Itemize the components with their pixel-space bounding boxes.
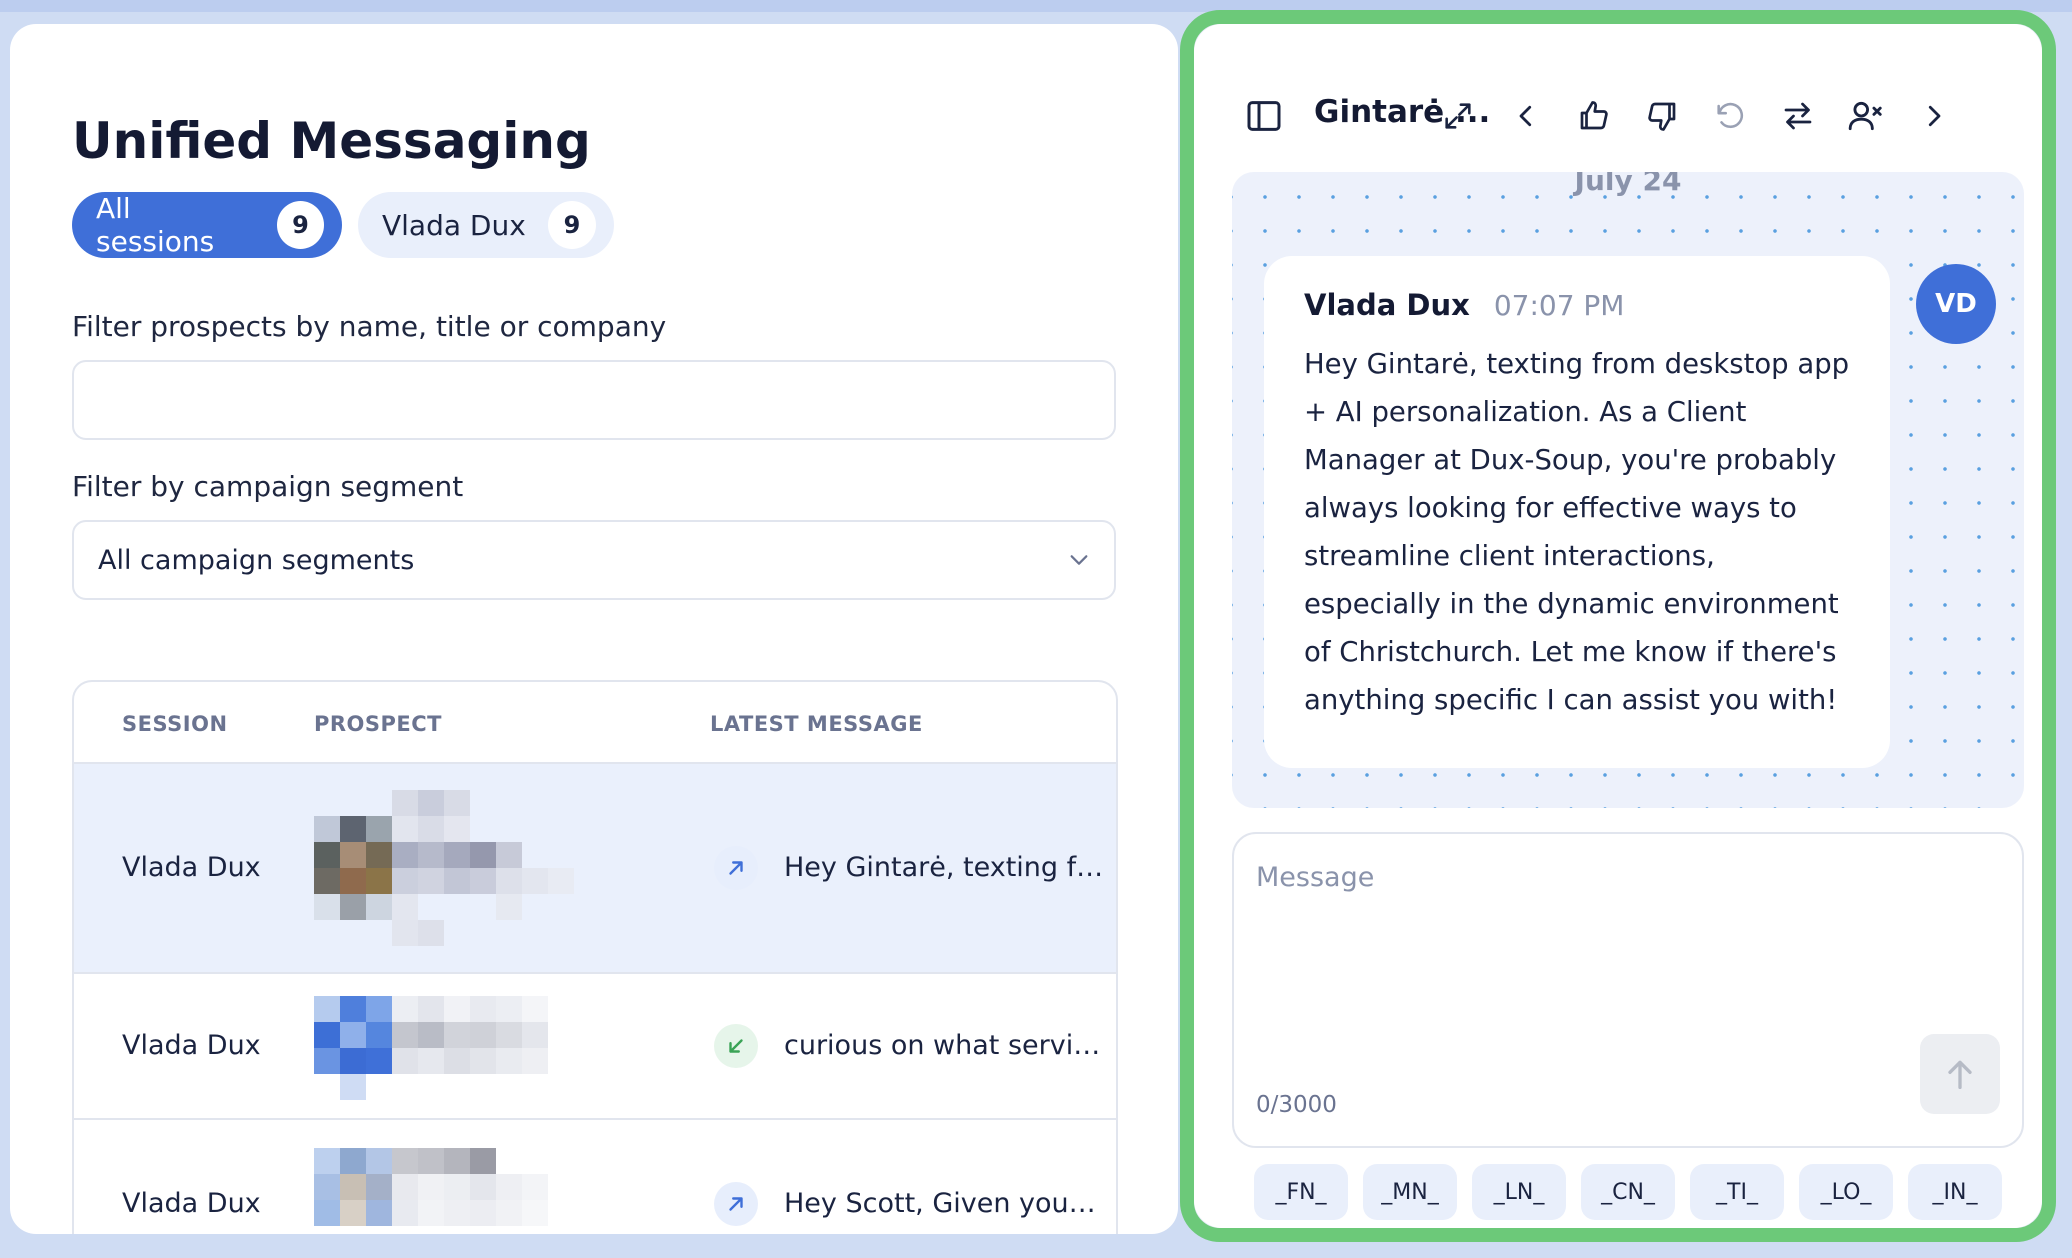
message-text: Hey Gintarė, texting from deskstop app +… (1304, 348, 1850, 716)
token-location[interactable]: _LO_ (1799, 1164, 1893, 1220)
avatar: VD (1916, 264, 1996, 344)
token-title[interactable]: _TI_ (1690, 1164, 1784, 1220)
page-title: Unified Messaging (72, 112, 591, 170)
swap-icon[interactable] (1776, 94, 1820, 138)
latest-message-cell: Hey Scott, Given your experience (784, 1188, 1104, 1219)
sessions-table: SESSION PROSPECT LATEST MESSAGE Vlada Du… (72, 680, 1118, 1234)
prospect-filter-label: Filter prospects by name, title or compa… (72, 310, 667, 343)
table-row[interactable]: Vlada Dux curious on what services you p… (74, 974, 1116, 1120)
session-list-panel: Unified Messaging All sessions 9 Vlada D… (10, 24, 1178, 1234)
conversation-panel: Gintarė ... July 24 Vlada Dux 07:07 PM H… (1180, 10, 2056, 1242)
conversation-toolbar: Gintarė ... (1194, 80, 2042, 150)
session-cell: Vlada Dux (122, 1030, 261, 1061)
outgoing-arrow-icon (714, 846, 758, 890)
undo-icon[interactable] (1708, 94, 1752, 138)
prospect-blurred-info (314, 790, 574, 946)
table-header: SESSION PROSPECT LATEST MESSAGE (74, 682, 1116, 764)
thumbs-down-icon[interactable] (1640, 94, 1684, 138)
token-industry[interactable]: _IN_ (1908, 1164, 2002, 1220)
pill-label: Vlada Dux (382, 208, 526, 242)
column-header-prospect: PROSPECT (314, 712, 443, 736)
token-first-name[interactable]: _FN_ (1254, 1164, 1348, 1220)
chevron-down-icon (1070, 555, 1088, 565)
message-composer: 0/3000 (1232, 832, 2024, 1148)
sidebar-toggle-icon[interactable] (1242, 94, 1286, 138)
chevron-left-icon[interactable] (1504, 94, 1548, 138)
token-middle-name[interactable]: _MN_ (1363, 1164, 1457, 1220)
prospect-blurred-info (314, 996, 548, 1100)
thumbs-up-icon[interactable] (1572, 94, 1616, 138)
message-time: 07:07 PM (1493, 289, 1625, 322)
prospect-filter-input[interactable] (72, 360, 1116, 440)
filter-pill-all-sessions[interactable]: All sessions 9 (72, 192, 342, 258)
prospect-blurred-info (314, 1148, 548, 1226)
pill-label: All sessions (96, 192, 215, 258)
pill-count-badge: 9 (276, 201, 324, 249)
filter-pill-vlada-dux[interactable]: Vlada Dux 9 (358, 192, 614, 258)
latest-message-cell: Hey Gintarė, texting from deskstop app +… (784, 852, 1104, 883)
conversation-panel-inner: Gintarė ... July 24 Vlada Dux 07:07 PM H… (1194, 24, 2042, 1228)
message-sender: Vlada Dux (1304, 288, 1470, 322)
pill-count-badge: 9 (548, 201, 596, 249)
segment-select[interactable]: All campaign segments (72, 520, 1116, 600)
table-row[interactable]: Vlada Dux Hey Scott, Given your experien… (74, 1120, 1116, 1234)
token-last-name[interactable]: _LN_ (1472, 1164, 1566, 1220)
message-input[interactable] (1256, 862, 1996, 1022)
message-thread: July 24 Vlada Dux 07:07 PM Hey Gintarė, … (1232, 172, 2024, 808)
latest-message-cell: curious on what services you provide (784, 1030, 1104, 1061)
remove-user-icon[interactable] (1844, 94, 1888, 138)
arrow-up-icon (1948, 1060, 1972, 1089)
chevron-right-icon[interactable] (1912, 94, 1956, 138)
segment-filter-label: Filter by campaign segment (72, 470, 464, 503)
personalization-tokens: _FN_ _MN_ _LN_ _CN_ _TI_ _LO_ _IN_ (1254, 1164, 2002, 1220)
expand-icon[interactable] (1436, 94, 1480, 138)
message-bubble: Vlada Dux 07:07 PM Hey Gintarė, texting … (1264, 256, 1890, 768)
session-cell: Vlada Dux (122, 1188, 261, 1219)
column-header-session: SESSION (122, 712, 228, 736)
token-company-name[interactable]: _CN_ (1581, 1164, 1675, 1220)
message-header: Vlada Dux 07:07 PM (1304, 288, 1850, 322)
session-cell: Vlada Dux (122, 852, 261, 883)
segment-select-value: All campaign segments (98, 544, 415, 576)
table-row[interactable]: Vlada Dux Hey Gintarė, texting from desk… (74, 764, 1116, 974)
character-counter: 0/3000 (1256, 1092, 1337, 1118)
outgoing-arrow-icon (714, 1182, 758, 1226)
column-header-latest-message: LATEST MESSAGE (710, 712, 923, 736)
send-button[interactable] (1920, 1034, 2000, 1114)
incoming-arrow-icon (714, 1024, 758, 1068)
date-separator: July 24 (1574, 172, 1682, 197)
